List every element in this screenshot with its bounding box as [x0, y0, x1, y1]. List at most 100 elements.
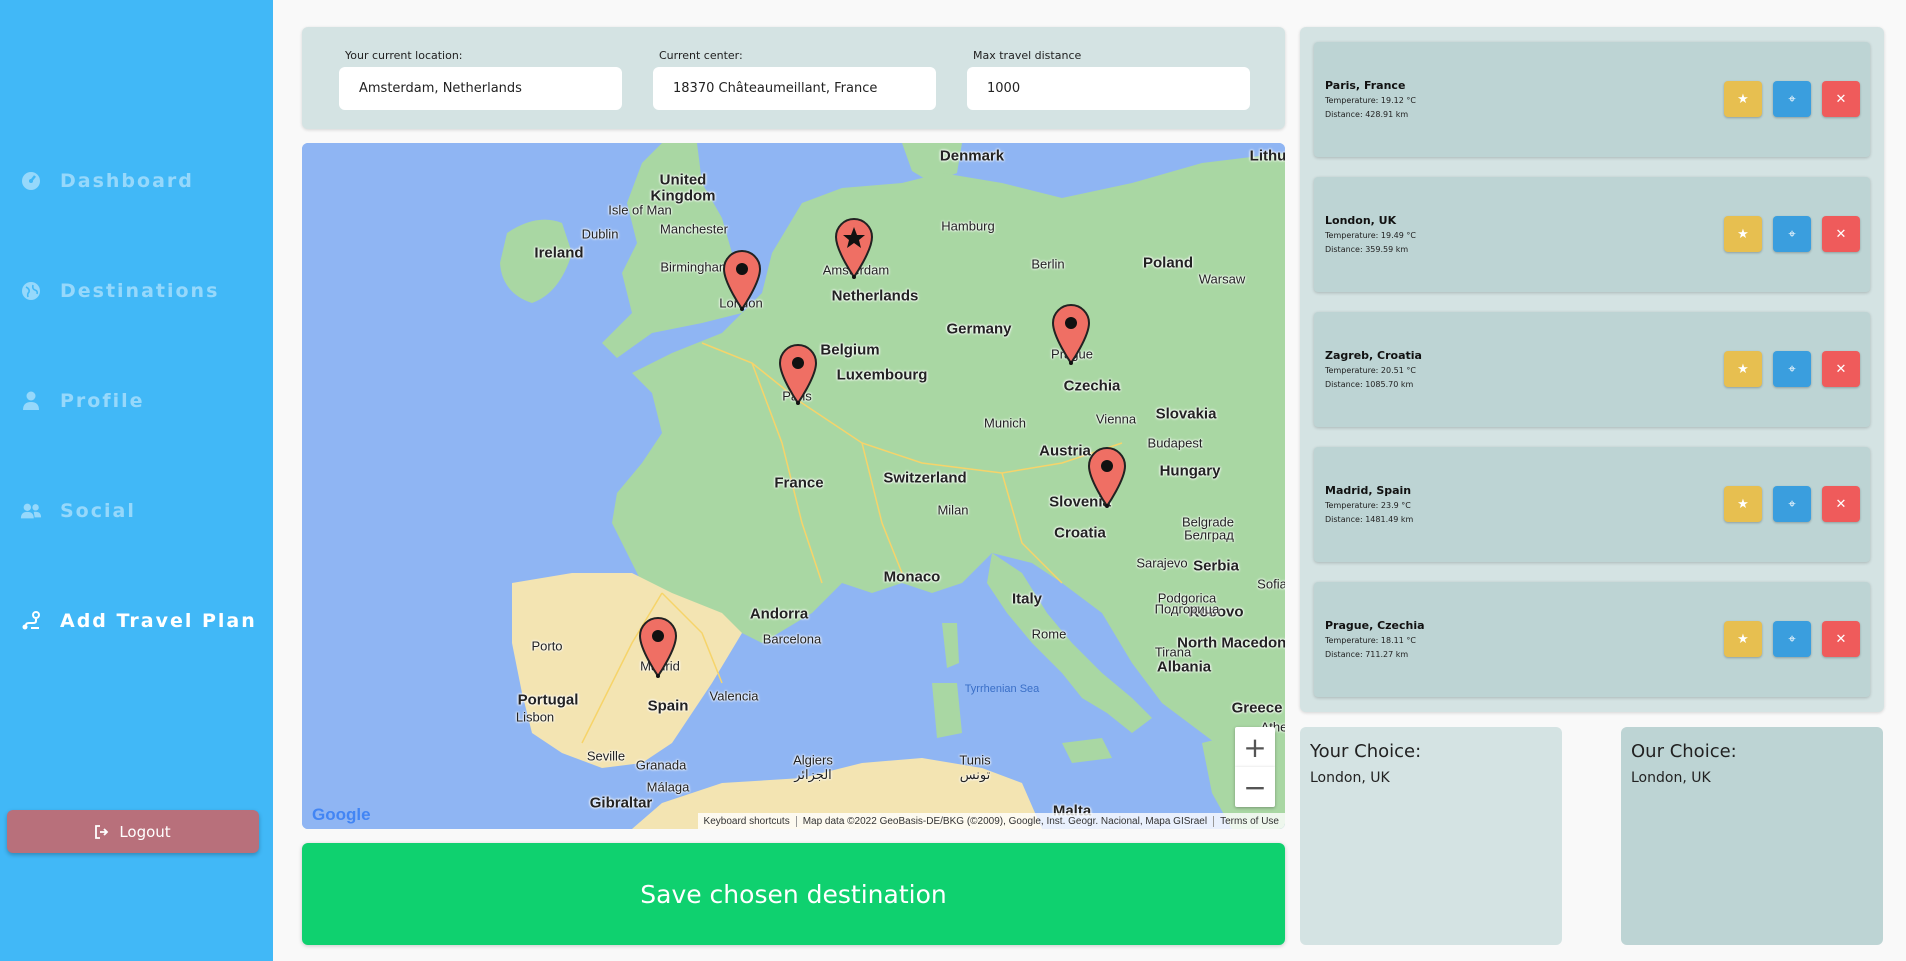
label-greece: Greece — [1231, 699, 1283, 717]
current-center-field: Current center: 18370 Châteaumeillant, F… — [653, 49, 936, 110]
destination-name: Madrid, Spain — [1325, 484, 1412, 497]
label-north-macedonia: North Macedonia — [1177, 634, 1285, 652]
destination-temperature: Temperature: 19.12 °C — [1325, 96, 1416, 105]
destination-list: Paris, France Temperature: 19.12 °C Dist… — [1300, 27, 1884, 712]
favorite-button[interactable]: ★ — [1724, 621, 1762, 657]
logout-icon — [95, 824, 109, 839]
locate-button[interactable]: ⌖ — [1773, 486, 1811, 522]
dashboard-icon — [20, 170, 42, 192]
destination-temperature: Temperature: 18.11 °C — [1325, 636, 1416, 645]
locate-button[interactable]: ⌖ — [1773, 351, 1811, 387]
sidebar-item-social[interactable]: Social — [20, 500, 136, 522]
map-view[interactable]: United Kingdom Ireland Netherlands Belgi… — [302, 143, 1285, 829]
label-barcelona: Barcelona — [762, 631, 822, 647]
favorite-button[interactable]: ★ — [1724, 486, 1762, 522]
label-hungary: Hungary — [1159, 462, 1221, 480]
current-center-input[interactable]: 18370 Châteaumeillant, France — [653, 67, 936, 110]
locate-button[interactable]: ⌖ — [1773, 216, 1811, 252]
label-ireland: Ireland — [534, 244, 584, 262]
current-location-input[interactable]: Amsterdam, Netherlands — [339, 67, 622, 110]
label-slovakia: Slovakia — [1155, 405, 1217, 423]
sidebar-item-label: Social — [60, 500, 136, 522]
locate-button[interactable]: ⌖ — [1773, 81, 1811, 117]
label-portugal: Portugal — [517, 691, 579, 709]
route-icon — [20, 610, 42, 632]
destination-distance: Distance: 359.59 km — [1325, 245, 1409, 254]
user-icon — [20, 390, 42, 412]
destination-distance: Distance: 1481.49 km — [1325, 515, 1414, 524]
sidebar-item-dashboard[interactable]: Dashboard — [20, 170, 194, 192]
destination-name: Paris, France — [1325, 79, 1406, 92]
label-netherlands: Netherlands — [831, 287, 919, 305]
close-icon: ✕ — [1835, 631, 1847, 647]
label-malaga: Málaga — [646, 779, 690, 795]
label-croatia: Croatia — [1054, 524, 1106, 542]
close-icon: ✕ — [1835, 361, 1847, 377]
your-choice-value: London, UK — [1310, 770, 1390, 786]
label-sarajevo: Sarajevo — [1136, 555, 1188, 571]
favorite-button[interactable]: ★ — [1724, 351, 1762, 387]
label-austria: Austria — [1039, 442, 1091, 460]
destination-name: London, UK — [1325, 214, 1397, 227]
label-granada: Granada — [635, 757, 687, 773]
destination-card-zagreb: Zagreb, Croatia Temperature: 20.51 °C Di… — [1314, 312, 1870, 427]
label-tunis-arabic: تونس — [959, 767, 991, 782]
destination-card-london: London, UK Temperature: 19.49 °C Distanc… — [1314, 177, 1870, 292]
marker-amsterdam-current[interactable] — [834, 217, 874, 279]
label-albania: Albania — [1156, 658, 1212, 676]
sidebar-item-label: Destinations — [60, 280, 220, 302]
terms-of-use-link[interactable]: Terms of Use — [1213, 815, 1285, 827]
remove-button[interactable]: ✕ — [1822, 351, 1860, 387]
destination-card-prague: Prague, Czechia Temperature: 18.11 °C Di… — [1314, 582, 1870, 697]
label-valencia: Valencia — [709, 688, 759, 704]
marker-madrid[interactable] — [638, 616, 678, 678]
label-monaco: Monaco — [883, 568, 941, 586]
logout-button[interactable]: Logout — [7, 810, 259, 853]
label-tunis: Tunis — [959, 752, 991, 768]
our-choice-panel: Our Choice: London, UK — [1621, 727, 1883, 945]
label-france: France — [774, 474, 824, 492]
save-destination-button[interactable]: Save chosen destination — [302, 843, 1285, 945]
destination-distance: Distance: 711.27 km — [1325, 650, 1409, 659]
current-center-label: Current center: — [659, 49, 743, 62]
label-belgrade-cyrillic: Белград — [1184, 527, 1234, 543]
remove-button[interactable]: ✕ — [1822, 486, 1860, 522]
remove-button[interactable]: ✕ — [1822, 216, 1860, 252]
zoom-in-button[interactable]: + — [1235, 727, 1275, 767]
favorite-button[interactable]: ★ — [1724, 216, 1762, 252]
remove-button[interactable]: ✕ — [1822, 621, 1860, 657]
sidebar-item-add-travel-plan[interactable]: Add Travel Plan — [20, 610, 257, 632]
label-munich: Munich — [984, 415, 1026, 431]
destination-name: Prague, Czechia — [1325, 619, 1425, 632]
crosshair-icon: ⌖ — [1788, 631, 1796, 647]
marker-zagreb[interactable] — [1087, 446, 1127, 508]
star-icon: ★ — [1737, 631, 1749, 647]
sidebar-item-profile[interactable]: Profile — [20, 390, 145, 412]
marker-london[interactable] — [722, 249, 762, 311]
label-birmingham: Birmingham — [660, 259, 730, 275]
keyboard-shortcuts-link[interactable]: Keyboard shortcuts — [698, 816, 796, 827]
sidebar-item-destinations[interactable]: Destinations — [20, 280, 219, 302]
remove-button[interactable]: ✕ — [1822, 81, 1860, 117]
label-poland: Poland — [1142, 254, 1194, 272]
our-choice-value: London, UK — [1631, 770, 1711, 786]
label-lithuania: Lithu — [1249, 147, 1285, 165]
destination-card-madrid: Madrid, Spain Temperature: 23.9 °C Dista… — [1314, 447, 1870, 562]
star-icon: ★ — [1737, 226, 1749, 242]
favorite-button[interactable]: ★ — [1724, 81, 1762, 117]
label-vienna: Vienna — [1095, 411, 1137, 427]
locate-button[interactable]: ⌖ — [1773, 621, 1811, 657]
label-algiers: Algiers — [793, 752, 833, 768]
label-milan: Milan — [937, 502, 969, 518]
label-belgium: Belgium — [820, 341, 880, 359]
label-tyrrhenian-sea: Tyrrhenian Sea — [964, 683, 1040, 695]
label-germany: Germany — [946, 320, 1012, 338]
max-distance-input[interactable]: 1000 — [967, 67, 1250, 110]
label-hamburg: Hamburg — [941, 218, 995, 234]
label-czechia: Czechia — [1063, 377, 1121, 395]
star-icon: ★ — [1737, 361, 1749, 377]
marker-paris[interactable] — [778, 343, 818, 405]
destination-distance: Distance: 428.91 km — [1325, 110, 1409, 119]
zoom-out-button[interactable]: − — [1235, 767, 1275, 807]
marker-prague[interactable] — [1051, 303, 1091, 365]
